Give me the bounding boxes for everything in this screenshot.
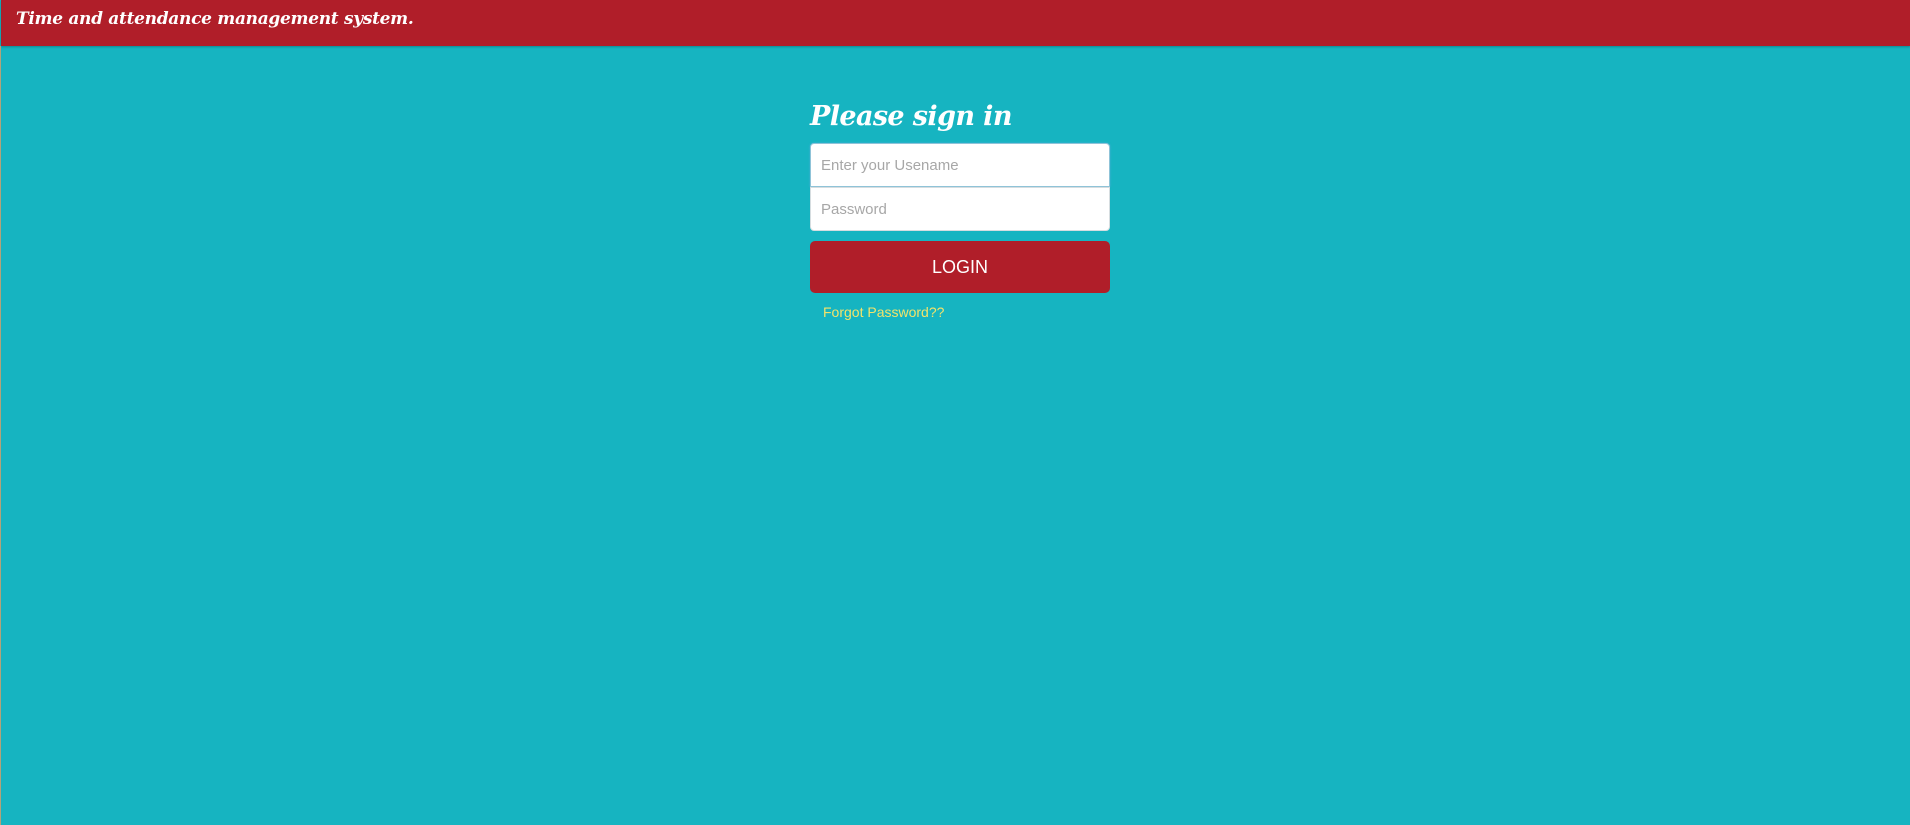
left-border-line (0, 46, 1, 825)
app-title: Time and attendance management system. (16, 9, 414, 29)
username-input[interactable] (810, 143, 1110, 187)
password-input[interactable] (810, 187, 1110, 231)
top-navbar: Time and attendance management system. (1, 0, 1910, 46)
login-button[interactable]: LOGIN (810, 241, 1110, 293)
signin-heading: Please sign in (810, 101, 1012, 132)
forgot-password-link[interactable]: Forgot Password?? (823, 304, 944, 320)
signin-form: Please sign in LOGIN Forgot Password?? (810, 96, 1110, 322)
